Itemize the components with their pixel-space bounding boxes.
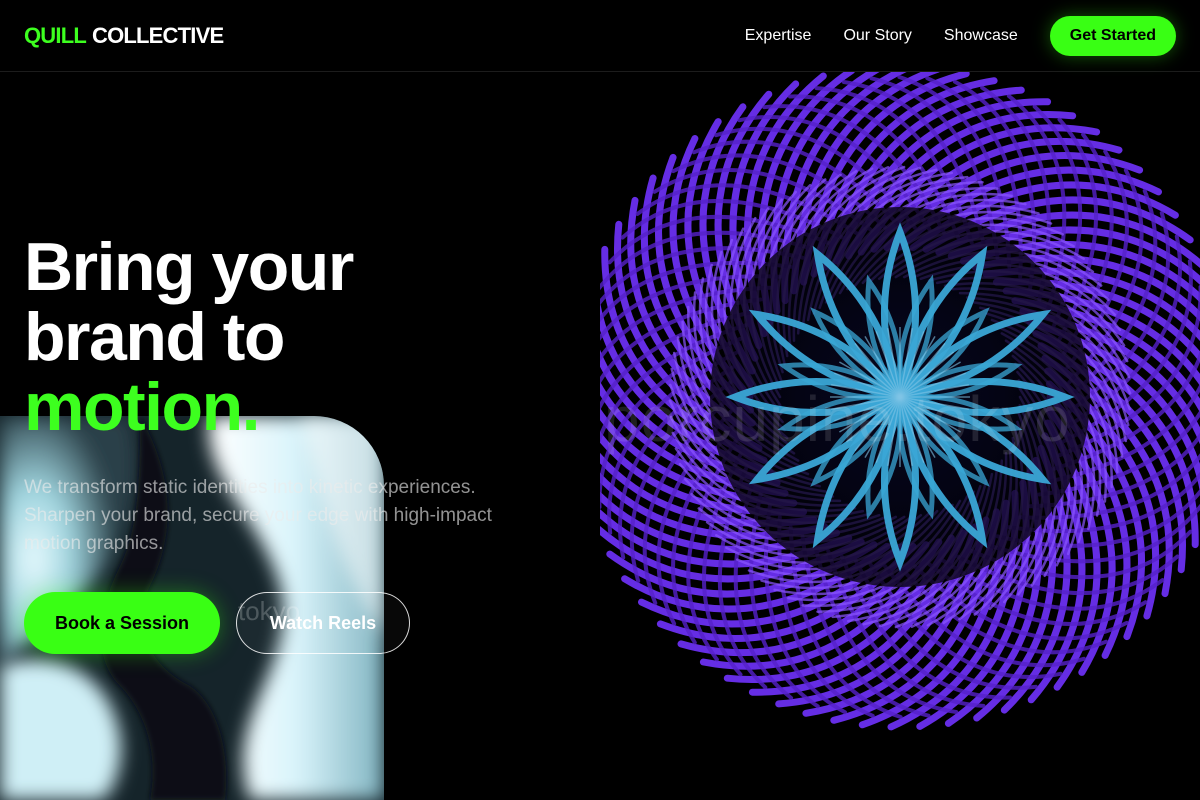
hero-section: Bring your brand to motion. We transform… [24,232,584,654]
watermark-text: porcupine.tokyo [604,383,1071,455]
headline-accent-dot: . [241,369,261,445]
headline-accent-word: motion [24,369,243,445]
nav-link-expertise[interactable]: Expertise [745,27,812,45]
hero-headline: Bring your brand to motion. [24,232,584,442]
book-session-button[interactable]: Book a Session [24,592,220,654]
landing-page: QUILL COLLECTIVE Expertise Our Story Sho… [0,0,1200,800]
headline-line-1: Bring your [24,229,354,305]
brand-logo[interactable]: QUILL COLLECTIVE [24,22,224,49]
main-nav: Expertise Our Story Showcase Get Started [745,15,1176,56]
headline-line-2: brand to [24,299,285,375]
hero-description: We transform static identities into kine… [24,477,492,554]
logo-part-quill: QUILL [24,22,87,48]
site-header: QUILL COLLECTIVE Expertise Our Story Sho… [0,0,1200,72]
nav-link-our-story[interactable]: Our Story [843,27,911,45]
headline-line-3: motion. [24,372,584,442]
nav-link-showcase[interactable]: Showcase [944,27,1018,45]
hero-actions: Book a Session Watch Reels [24,592,584,654]
logo-part-collective: COLLECTIVE [92,22,224,48]
get-started-button[interactable]: Get Started [1049,15,1176,56]
watch-reels-button[interactable]: Watch Reels [236,592,410,654]
